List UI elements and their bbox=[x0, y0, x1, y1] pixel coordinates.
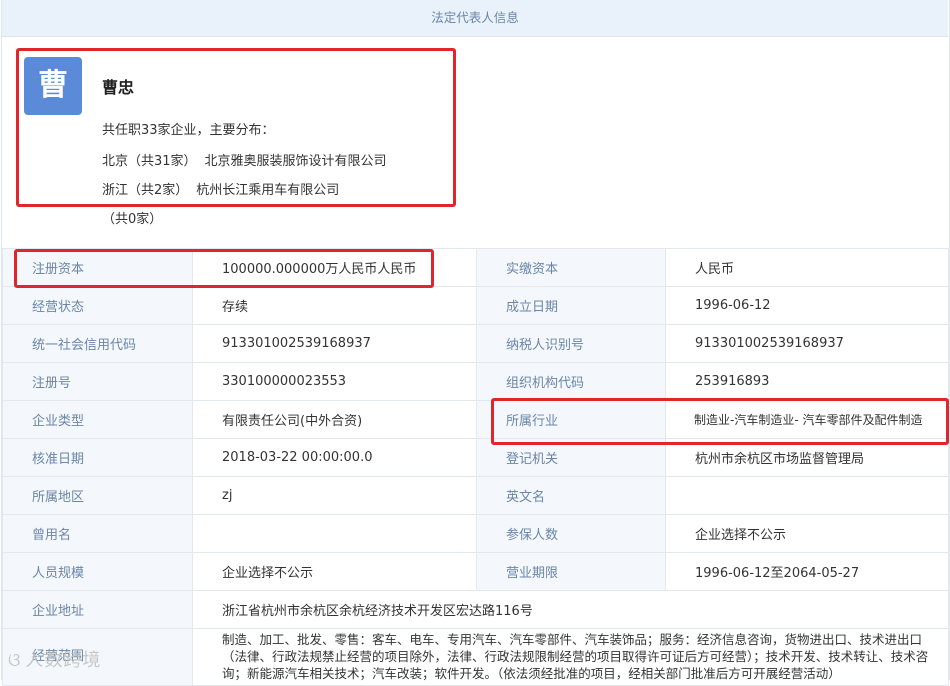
company-link[interactable]: 杭州长江乘用车有限公司 bbox=[196, 183, 339, 198]
field-label: 曾用名 bbox=[2, 514, 193, 553]
field-label: 核准日期 bbox=[2, 438, 193, 477]
table-row: 经营范围 制造、加工、批发、零售：客车、电车、专用汽车、汽车零部件、汽车装饰品；… bbox=[2, 628, 949, 686]
avatar: 曹 bbox=[24, 57, 82, 115]
field-label: 参保人数 bbox=[476, 514, 666, 553]
table-row: 注册资本 100000.000000万人民币人民币 实缴资本 人民币 bbox=[2, 248, 949, 287]
field-label: 纳税人识别号 bbox=[476, 324, 666, 363]
table-row: 曾用名 参保人数 企业选择不公示 bbox=[2, 514, 949, 553]
watermark-text: 人数跨境 bbox=[25, 650, 102, 671]
table-row: 经营状态 存续 成立日期 1996-06-12 bbox=[2, 286, 949, 325]
field-value: 企业选择不公示 bbox=[665, 514, 949, 553]
table-row: 企业类型 有限责任公司(中外合资) 所属行业 制造业-汽车制造业- 汽车零部件及… bbox=[2, 400, 949, 439]
watermark: ଓ 人数跨境 bbox=[8, 646, 101, 672]
region-label: （共0家） bbox=[102, 212, 163, 227]
company-link[interactable]: 北京雅奥服装服饰设计有限公司 bbox=[205, 154, 387, 169]
field-value: 2018-03-22 00:00:00.0 bbox=[192, 438, 477, 477]
business-scope-value: 制造、加工、批发、零售：客车、电车、专用汽车、汽车零部件、汽车装饰品；服务：经济… bbox=[192, 628, 949, 686]
watermark-logo-icon: ଓ bbox=[8, 650, 22, 671]
address-label: 企业地址 bbox=[2, 590, 193, 629]
table-row: 企业地址 浙江省杭州市余杭区余杭经济技术开发区宏达路116号 bbox=[2, 590, 949, 629]
field-value: zj bbox=[192, 476, 477, 515]
field-label: 所属行业 bbox=[476, 400, 666, 439]
field-label: 企业类型 bbox=[2, 400, 193, 439]
field-value: 人民币 bbox=[665, 248, 949, 287]
field-label: 英文名 bbox=[476, 476, 666, 515]
field-value: 存续 bbox=[192, 286, 477, 325]
field-value: 913301002539168937 bbox=[665, 324, 949, 363]
field-value: 1996-06-12至2064-05-27 bbox=[665, 552, 949, 591]
field-value: 制造业-汽车制造业- 汽车零部件及配件制造 bbox=[665, 400, 949, 439]
region-line: 浙江（共2家） 杭州长江乘用车有限公司 bbox=[102, 179, 339, 198]
region-label: 浙江（共2家） bbox=[102, 183, 189, 198]
field-label: 人员规模 bbox=[2, 552, 193, 591]
address-value: 浙江省杭州市余杭区余杭经济技术开发区宏达路116号 bbox=[192, 590, 949, 629]
field-value: 330100000023553 bbox=[192, 362, 477, 401]
person-name[interactable]: 曹忠 bbox=[102, 74, 134, 98]
field-value: 253916893 bbox=[665, 362, 949, 401]
field-value: 杭州市余杭区市场监督管理局 bbox=[665, 438, 949, 477]
region-line: 北京（共31家） 北京雅奥服装服饰设计有限公司 bbox=[102, 150, 387, 169]
field-label: 组织机构代码 bbox=[476, 362, 666, 401]
field-value bbox=[192, 514, 477, 553]
table-row: 统一社会信用代码 913301002539168937 纳税人识别号 91330… bbox=[2, 324, 949, 363]
region-line: （共0家） bbox=[102, 208, 170, 227]
region-label: 北京（共31家） bbox=[102, 154, 197, 169]
table-row: 人员规模 企业选择不公示 营业期限 1996-06-12至2064-05-27 bbox=[2, 552, 949, 591]
field-label: 登记机关 bbox=[476, 438, 666, 477]
field-label: 注册号 bbox=[2, 362, 193, 401]
field-value: 100000.000000万人民币人民币 bbox=[192, 248, 477, 287]
table-row: 核准日期 2018-03-22 00:00:00.0 登记机关 杭州市余杭区市场… bbox=[2, 438, 949, 477]
section-header: 法定代表人信息 bbox=[2, 0, 948, 37]
table-row: 注册号 330100000023553 组织机构代码 253916893 bbox=[2, 362, 949, 401]
positions-summary: 共任职33家企业，主要分布： bbox=[102, 123, 275, 138]
field-value: 1996-06-12 bbox=[665, 286, 949, 325]
field-value: 有限责任公司(中外合资) bbox=[192, 400, 477, 439]
field-label: 实缴资本 bbox=[476, 248, 666, 287]
field-label: 经营状态 bbox=[2, 286, 193, 325]
field-label: 注册资本 bbox=[2, 248, 193, 287]
field-label: 成立日期 bbox=[476, 286, 666, 325]
table-row: 所属地区 zj 英文名 bbox=[2, 476, 949, 515]
field-label: 统一社会信用代码 bbox=[2, 324, 193, 363]
field-label: 营业期限 bbox=[476, 552, 666, 591]
field-value: 企业选择不公示 bbox=[192, 552, 477, 591]
info-table: 注册资本 100000.000000万人民币人民币 实缴资本 人民币 经营状态 … bbox=[2, 248, 949, 686]
field-value: 913301002539168937 bbox=[192, 324, 477, 363]
field-value bbox=[665, 476, 949, 515]
field-label: 所属地区 bbox=[2, 476, 193, 515]
